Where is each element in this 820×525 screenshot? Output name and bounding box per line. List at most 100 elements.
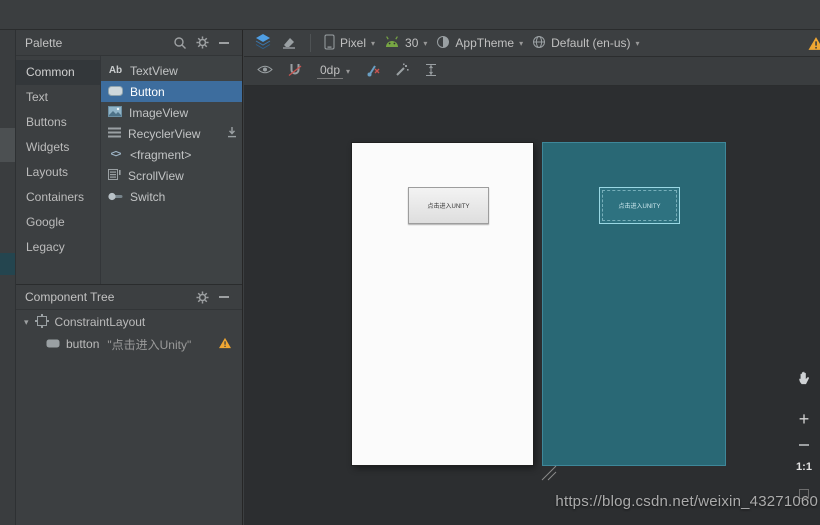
- device-selector-label: Pixel: [340, 36, 367, 50]
- design-editor: Pixel ▾ 30 ▾ AppTheme ▾ Default (en-us) …: [244, 30, 820, 525]
- button-icon: [108, 85, 123, 99]
- category-common[interactable]: Common: [16, 60, 100, 85]
- imageview-icon: [108, 105, 122, 120]
- palette-item-label: Switch: [130, 189, 166, 204]
- fragment-icon: <>: [110, 149, 122, 160]
- theme-selector[interactable]: AppTheme ▾: [436, 35, 523, 52]
- default-margin-value: 0dp: [317, 63, 344, 79]
- minimize-icon[interactable]: [214, 288, 234, 306]
- view-options-eye-icon[interactable]: [257, 64, 273, 78]
- component-tree-title: Component Tree: [25, 290, 115, 304]
- scrollview-icon: [108, 168, 121, 183]
- design-surface-toolbar: 0dp ▾: [244, 57, 820, 86]
- android-icon: [384, 35, 400, 51]
- chevron-down-icon: ▾: [635, 38, 640, 48]
- api-selector[interactable]: 30 ▾: [384, 35, 428, 51]
- palette-items: Ab TextView Button ImageView RecyclerVie…: [100, 56, 242, 284]
- left-panel: Palette Common Text Buttons Widgets Layo…: [16, 30, 243, 525]
- category-legacy[interactable]: Legacy: [16, 235, 100, 260]
- category-buttons[interactable]: Buttons: [16, 110, 100, 135]
- device-selector[interactable]: Pixel ▾: [324, 34, 375, 53]
- palette-item-label: <fragment>: [130, 147, 192, 162]
- palette-item-label: Button: [130, 84, 165, 99]
- tree-node-text: "点击进入Unity": [107, 337, 192, 352]
- divider: [310, 34, 311, 52]
- category-google[interactable]: Google: [16, 210, 100, 235]
- chevron-down-icon: ▾: [346, 67, 351, 76]
- category-containers[interactable]: Containers: [16, 185, 100, 210]
- gear-icon[interactable]: [192, 288, 212, 306]
- api-selector-label: 30: [405, 36, 419, 50]
- align-pack-icon[interactable]: [424, 63, 438, 80]
- orientation-icon[interactable]: [281, 34, 297, 53]
- design-surface-icon[interactable]: [254, 33, 272, 53]
- clear-constraints-icon[interactable]: [365, 63, 380, 80]
- palette-item-button[interactable]: Button: [101, 81, 242, 102]
- palette-body: Common Text Buttons Widgets Layouts Cont…: [16, 56, 242, 284]
- tree-row-constraintlayout[interactable]: ▾ ConstraintLayout: [16, 311, 242, 333]
- palette-categories: Common Text Buttons Widgets Layouts Cont…: [16, 56, 100, 284]
- switch-icon: [108, 190, 123, 204]
- default-margin-selector[interactable]: 0dp ▾: [317, 63, 350, 79]
- minimize-icon[interactable]: [214, 34, 234, 52]
- tool-window-tab[interactable]: [0, 253, 15, 275]
- device-resize-handle[interactable]: [540, 464, 558, 485]
- constraintlayout-icon: [34, 313, 49, 331]
- warning-icon[interactable]: [807, 36, 820, 54]
- palette-item-recyclerview[interactable]: RecyclerView: [101, 123, 242, 144]
- zoom-level-label[interactable]: 1:1: [794, 457, 814, 477]
- autoconnect-magnet-icon[interactable]: [288, 63, 302, 80]
- locale-selector-label: Default (en-us): [551, 36, 631, 50]
- palette-item-scrollview[interactable]: ScrollView: [101, 165, 242, 186]
- textview-icon: Ab: [108, 65, 123, 76]
- palette-item-label: TextView: [130, 63, 178, 78]
- locale-selector[interactable]: Default (en-us) ▾: [532, 35, 640, 52]
- recyclerview-icon: [108, 127, 121, 141]
- titlebar: [0, 0, 820, 30]
- infer-constraints-wand-icon[interactable]: [395, 63, 409, 80]
- button-icon: [46, 337, 60, 351]
- pan-hand-icon[interactable]: [794, 368, 814, 388]
- download-icon[interactable]: [226, 126, 238, 141]
- palette-item-imageview[interactable]: ImageView: [101, 102, 242, 123]
- component-tree: ▾ ConstraintLayout button "点击进入Unity": [16, 311, 242, 355]
- palette-title: Palette: [25, 35, 63, 50]
- palette-item-switch[interactable]: Switch: [101, 186, 242, 207]
- unity-button-design[interactable]: 点击进入UNITY: [408, 187, 489, 224]
- zoom-out-button[interactable]: [794, 435, 814, 455]
- zoom-in-button[interactable]: +: [794, 409, 814, 429]
- tree-node-label: ConstraintLayout: [54, 315, 146, 329]
- design-canvas[interactable]: 点击进入UNITY 点击进入UNITY + 1:1 https://blog.c…: [244, 86, 820, 525]
- category-widgets[interactable]: Widgets: [16, 135, 100, 160]
- chevron-down-icon: ▾: [371, 38, 376, 48]
- palette-item-label: ScrollView: [128, 168, 184, 183]
- chevron-down-icon[interactable]: ▾: [24, 317, 29, 328]
- unity-button-blueprint[interactable]: 点击进入UNITY: [599, 187, 680, 224]
- palette-item-fragment[interactable]: <> <fragment>: [101, 144, 242, 165]
- tree-row-button[interactable]: button "点击进入Unity": [16, 333, 242, 355]
- search-icon[interactable]: [170, 34, 190, 52]
- design-view-screen[interactable]: 点击进入UNITY: [352, 143, 533, 465]
- palette-item-label: RecyclerView: [128, 126, 201, 141]
- palette-item-label: ImageView: [129, 105, 189, 120]
- layout-editor-window: Palette Common Text Buttons Widgets Layo…: [0, 0, 820, 525]
- gear-icon[interactable]: [192, 34, 212, 52]
- blueprint-view-screen[interactable]: 点击进入UNITY: [543, 143, 725, 465]
- phone-icon: [324, 34, 335, 53]
- component-tree-header: Component Tree: [16, 284, 242, 310]
- palette-item-textview[interactable]: Ab TextView: [101, 60, 242, 81]
- palette-header: Palette: [16, 30, 242, 56]
- chevron-down-icon: ▾: [519, 38, 524, 48]
- tool-window-tab[interactable]: [0, 128, 15, 162]
- chevron-down-icon: ▾: [423, 38, 428, 48]
- warning-icon[interactable]: [218, 337, 232, 352]
- category-text[interactable]: Text: [16, 85, 100, 110]
- category-layouts[interactable]: Layouts: [16, 160, 100, 185]
- theme-icon: [436, 35, 450, 52]
- layout-editor-toolbar: Pixel ▾ 30 ▾ AppTheme ▾ Default (en-us) …: [244, 30, 820, 57]
- tool-window-strip: [0, 30, 16, 525]
- watermark-text: https://blog.csdn.net/weixin_43271060: [555, 493, 818, 510]
- theme-selector-label: AppTheme: [455, 36, 515, 50]
- globe-icon: [532, 35, 546, 52]
- tree-node-label: button: [66, 337, 100, 351]
